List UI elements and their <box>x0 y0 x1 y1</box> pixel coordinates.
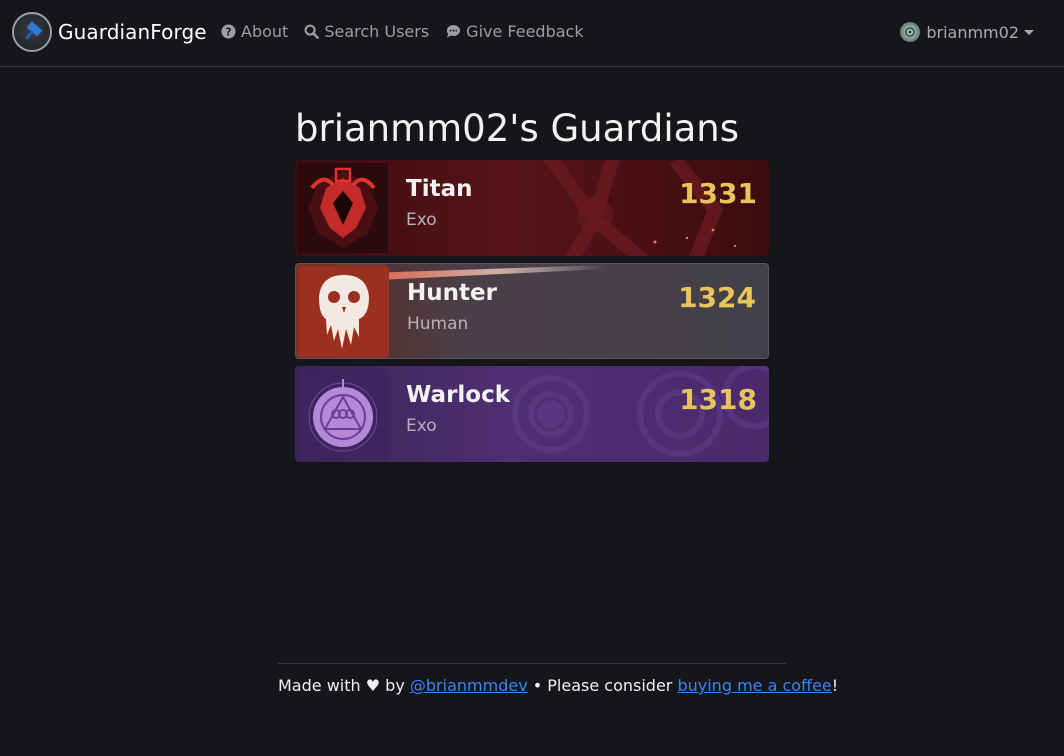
guardian-race: Human <box>407 314 469 334</box>
guardian-class: Titan <box>406 176 473 202</box>
svg-text:?: ? <box>226 26 232 38</box>
footer: Made with ♥ by @brianmmdev • Please cons… <box>278 676 838 695</box>
nav-search-users[interactable]: Search Users <box>304 22 429 41</box>
forge-hammer-icon <box>12 12 52 52</box>
nav-search-users-label: Search Users <box>324 22 430 41</box>
nav-about-label: About <box>241 22 289 41</box>
buy-coffee-link[interactable]: buying me a coffee <box>677 676 831 695</box>
hunter-emblem-icon <box>296 264 392 358</box>
nav-about[interactable]: ? About <box>221 22 288 41</box>
nav-give-feedback-label: Give Feedback <box>466 22 584 41</box>
top-navbar: GuardianForge ? About Search Users Give … <box>0 0 1064 67</box>
footer-by: by <box>385 676 405 695</box>
nav-give-feedback[interactable]: Give Feedback <box>445 22 584 41</box>
titan-emblem-icon <box>295 160 391 256</box>
page-title: brianmm02's Guardians <box>295 107 739 150</box>
user-menu-dropdown[interactable]: brianmm02 <box>900 22 1034 42</box>
footer-mid: • Please consider <box>532 676 673 695</box>
warlock-emblem-icon <box>295 366 391 462</box>
guardian-power-level: 1318 <box>679 383 757 416</box>
guardian-card-warlock[interactable]: Warlock Exo 1318 <box>295 366 769 462</box>
guardian-class: Warlock <box>406 382 511 408</box>
brand-name: GuardianForge <box>58 20 207 44</box>
guardian-list: Titan Exo 1331 Hunter Human 1324 Warlock… <box>295 160 769 469</box>
nav-links: ? About Search Users Give Feedback <box>221 22 600 41</box>
guardian-race: Exo <box>406 210 437 230</box>
footer-divider <box>278 663 786 664</box>
user-name: brianmm02 <box>926 22 1019 42</box>
brand-link[interactable]: GuardianForge <box>12 12 207 52</box>
search-icon <box>304 24 320 39</box>
user-emblem-icon <box>905 27 916 37</box>
footer-suffix: ! <box>831 676 839 695</box>
author-link[interactable]: @brianmmdev <box>410 676 528 695</box>
guardian-card-hunter[interactable]: Hunter Human 1324 <box>295 263 769 359</box>
guardian-class: Hunter <box>407 280 497 306</box>
user-avatar <box>900 22 921 42</box>
heart-icon: ♥ <box>365 676 381 695</box>
question-circle-icon: ? <box>221 24 236 39</box>
chevron-down-icon <box>1024 29 1034 35</box>
guardian-power-level: 1324 <box>678 281 756 314</box>
guardian-race: Exo <box>406 416 437 436</box>
footer-prefix: Made with <box>278 676 361 695</box>
guardian-card-titan[interactable]: Titan Exo 1331 <box>295 160 769 256</box>
comment-dots-icon <box>447 25 461 38</box>
guardian-power-level: 1331 <box>679 177 757 210</box>
